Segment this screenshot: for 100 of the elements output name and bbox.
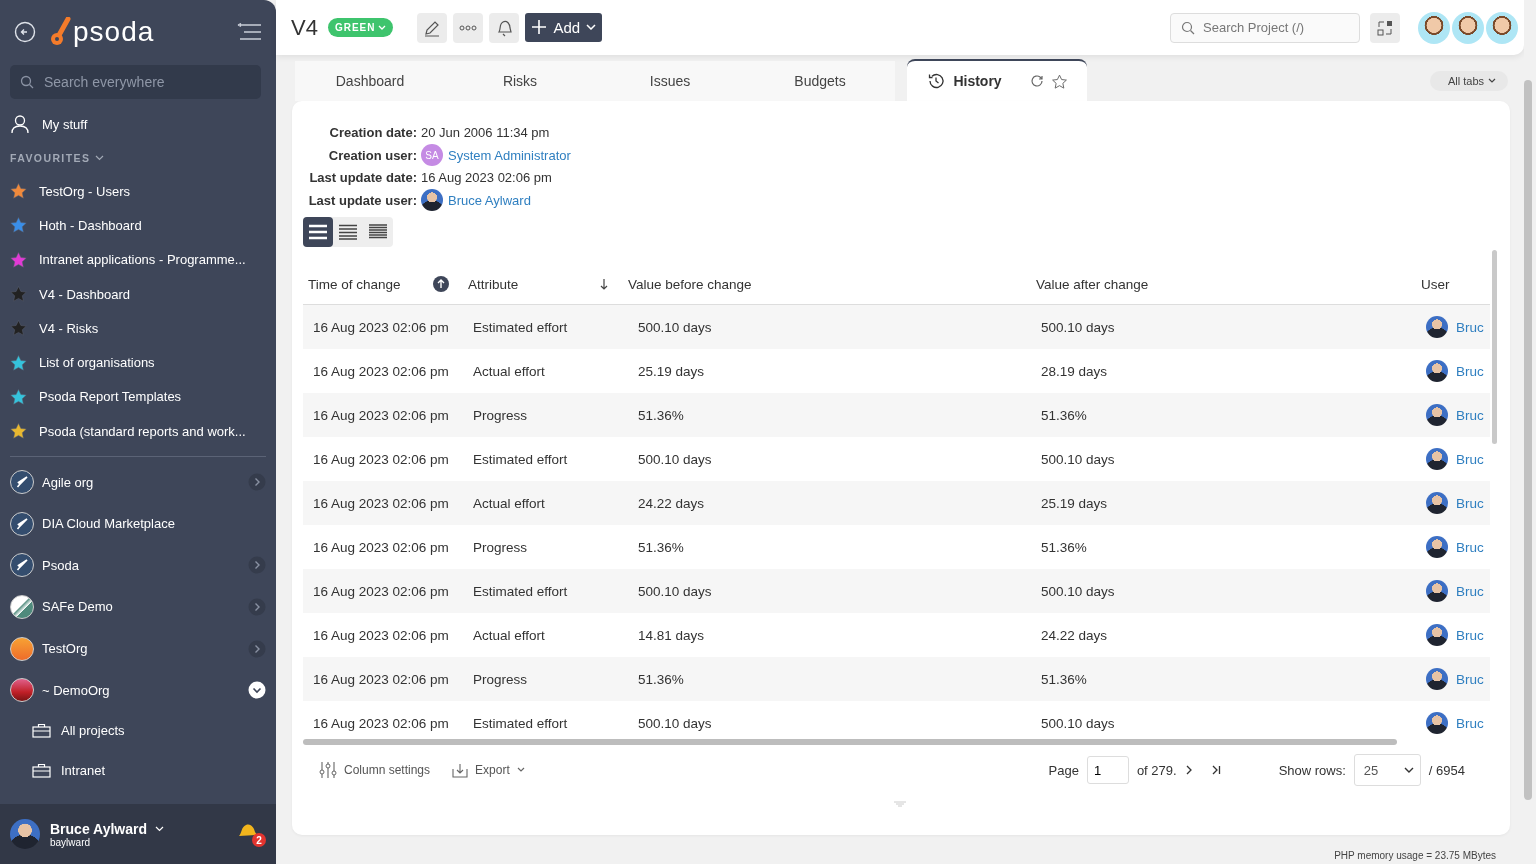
organisation-link[interactable]: SAFe Demo (0, 586, 276, 628)
user-link[interactable]: Bruc (1456, 671, 1484, 687)
user-avatar (1426, 668, 1448, 690)
all-tabs-dropdown[interactable]: All tabs (1429, 71, 1508, 91)
row-density-icon (368, 224, 388, 240)
column-header[interactable]: Value before change (628, 276, 752, 292)
user-avatar (1426, 536, 1448, 558)
table-cell: Actual effort (473, 627, 545, 643)
project-title: V4 (291, 14, 318, 41)
organisation-link[interactable]: Agile org (0, 461, 276, 503)
table-cell: 16 Aug 2023 02:06 pm (313, 495, 449, 511)
table-cell: Progress (473, 539, 528, 555)
tab[interactable]: Dashboard (295, 61, 445, 101)
back-icon[interactable] (14, 21, 36, 43)
logo-text[interactable]: psoda (73, 17, 155, 47)
user-link[interactable]: Bruc (1456, 451, 1484, 467)
edit-button[interactable] (417, 12, 448, 43)
favourite-link[interactable]: V4 - Risks (0, 311, 276, 346)
user-link[interactable]: Bruc (1456, 407, 1484, 423)
column-header[interactable]: Attribute (468, 276, 519, 292)
user-link[interactable]: Bruc (1456, 319, 1484, 335)
organisation-link[interactable]: Psoda (0, 544, 276, 587)
organisation-logo-icon (10, 511, 34, 536)
organisation-link[interactable]: DIA Cloud Marketplace (0, 502, 276, 545)
plus-icon (531, 19, 548, 35)
sort-descending-icon[interactable] (599, 278, 609, 290)
last-page-icon[interactable] (1210, 765, 1221, 775)
user-avatar (1426, 316, 1448, 338)
table-cell: 28.19 days (1041, 363, 1108, 379)
organisation-link[interactable]: TestOrg (0, 627, 276, 670)
user-link[interactable]: Bruc (1456, 363, 1484, 379)
tab[interactable]: Issues (595, 61, 745, 101)
vertical-scrollbar[interactable] (1492, 250, 1497, 444)
row-density-button[interactable] (303, 217, 333, 247)
my-stuff-link[interactable]: My stuff (0, 106, 276, 142)
user-name[interactable]: Bruce Aylward (50, 820, 147, 837)
detail-label: Creation user: (327, 147, 417, 163)
favourite-link[interactable]: V4 - Dashboard (0, 276, 276, 312)
search-field[interactable]: Search everywhere (10, 65, 261, 99)
favourite-link[interactable]: List of organisations (0, 345, 276, 380)
rows-per-page-dropdown[interactable]: 25 (1353, 754, 1421, 786)
table-cell: Estimated effort (473, 583, 568, 599)
table-cell: 51.36% (1041, 407, 1087, 423)
column-settings-button[interactable]: Column settings (319, 761, 431, 779)
star-icon[interactable] (1051, 73, 1067, 89)
user-link[interactable]: Bruc (1456, 539, 1484, 555)
project-list-link[interactable]: Intranet (0, 750, 276, 791)
favourite-link[interactable]: Hoth - Dashboard (0, 208, 276, 243)
export-dropdown[interactable]: Export (452, 762, 525, 778)
memory-usage-text: PHP memory usage = 23.75 MBytes (1334, 850, 1496, 861)
column-header[interactable]: User (1421, 276, 1450, 292)
favourite-link[interactable]: Intranet applications - Programme... (0, 242, 276, 277)
favourites-heading[interactable]: FAVOURITES (10, 152, 91, 164)
table-cell: 500.10 days (1041, 715, 1115, 731)
tab[interactable]: Risks (445, 61, 595, 101)
favourite-link[interactable]: TestOrg - Users (0, 174, 276, 209)
next-page-icon[interactable] (1184, 765, 1193, 775)
search-input[interactable]: Search everywhere (44, 65, 251, 99)
user-avatar[interactable] (10, 819, 40, 849)
team-member-avatar[interactable] (1452, 11, 1484, 44)
add-button[interactable]: Add (525, 12, 603, 42)
favourite-link[interactable]: Psoda (standard reports and work... (0, 414, 276, 449)
user-link[interactable]: Bruc (1456, 627, 1484, 643)
favourite-link[interactable]: Psoda Report Templates (0, 379, 276, 415)
page-scrollbar[interactable] (1524, 80, 1532, 800)
collapse-chevron-icon[interactable] (248, 681, 266, 700)
user-link[interactable]: Bruc (1456, 715, 1484, 731)
user-avatar (1426, 624, 1448, 646)
user-link[interactable]: Bruc (1456, 583, 1484, 599)
table-cell: Progress (473, 671, 528, 687)
row-density-icon (308, 224, 328, 240)
switch-view-button[interactable] (1370, 12, 1400, 43)
team-member-avatar[interactable] (1486, 11, 1518, 44)
project-list-link[interactable]: All projects (0, 710, 276, 751)
user-link[interactable]: Bruce Aylward (448, 192, 531, 208)
logo-icon (50, 17, 72, 47)
table-cell: 16 Aug 2023 02:06 pm (313, 671, 449, 687)
chevron-down-icon (378, 24, 387, 31)
more-button[interactable] (453, 12, 484, 43)
team-member-avatar[interactable] (1418, 11, 1450, 44)
user-avatar (1426, 492, 1448, 514)
bell-button[interactable] (489, 12, 520, 43)
horizontal-scrollbar[interactable] (303, 739, 1397, 745)
page-number-field[interactable]: 1 (1086, 756, 1129, 784)
refresh-icon[interactable] (1029, 74, 1044, 88)
table-cell: 51.36% (1041, 539, 1087, 555)
person-icon (10, 114, 30, 134)
search-field[interactable]: Search Project (/) (1170, 12, 1360, 43)
user-link[interactable]: System Administrator (448, 147, 571, 163)
user-link[interactable]: Bruc (1456, 495, 1484, 511)
sort-ascending-icon[interactable] (433, 276, 449, 292)
tab[interactable]: Budgets (745, 61, 895, 101)
search-input[interactable]: Search Project (/) (1203, 13, 1349, 42)
column-header[interactable]: Time of change (308, 276, 401, 292)
collapse-menu-icon[interactable] (236, 23, 262, 41)
tab[interactable]: History (907, 59, 1087, 101)
resize-handle-icon[interactable] (894, 801, 906, 807)
column-header[interactable]: Value after change (1036, 276, 1149, 292)
chevron-down-icon (1403, 767, 1414, 773)
organisation-link[interactable]: ~ DemoOrg (0, 669, 276, 711)
